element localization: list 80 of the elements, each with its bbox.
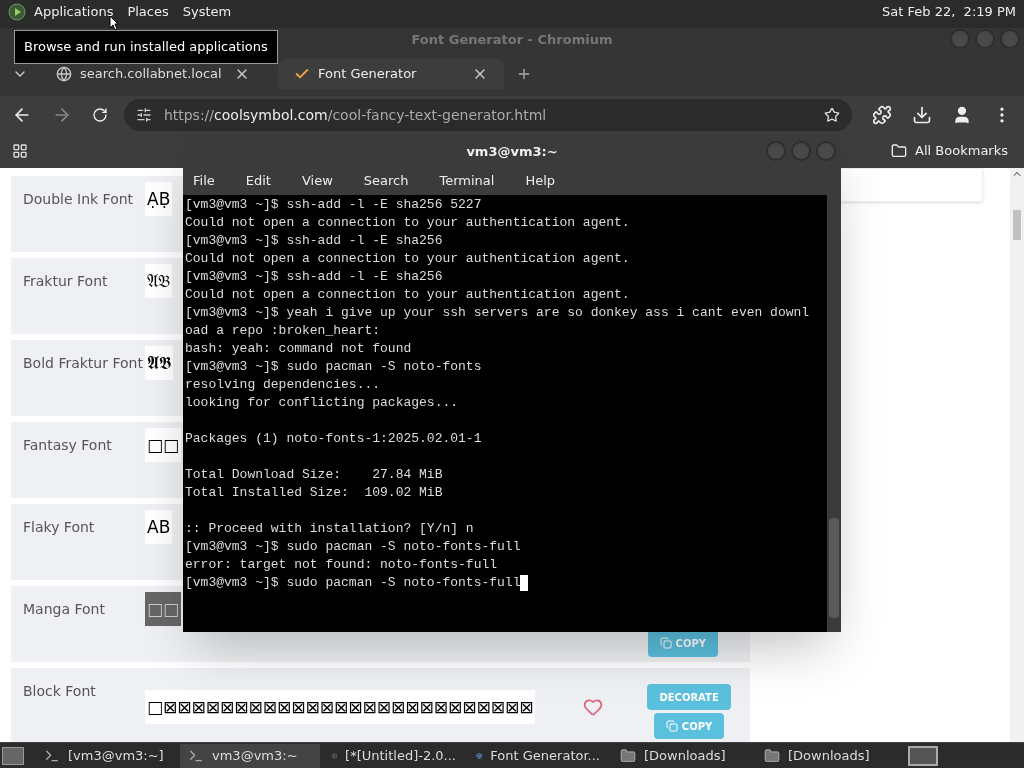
terminal-line: resolving dependencies...: [185, 376, 381, 394]
terminal-menu[interactable]: View: [294, 171, 340, 191]
panel-menu[interactable]: Applications: [34, 2, 114, 22]
terminal-line: :: Proceed with installation? [Y/n] n: [185, 520, 474, 538]
folder-icon: [620, 747, 636, 764]
terminal-title: vm3@vm3:~: [466, 143, 558, 162]
font-name: Block Font: [23, 682, 97, 701]
extensions-icon[interactable]: [872, 105, 893, 125]
terminal-line: [vm3@vm3 ~]$ sudo pacman -S noto-fonts-full: [185, 538, 521, 556]
panel-menu[interactable]: System: [182, 2, 232, 22]
terminal-line: [vm3@vm3 ~]$ ssh-add -l -E sha256 5227: [185, 196, 482, 214]
folder-icon: [764, 747, 780, 764]
new-tab-icon[interactable]: [516, 66, 532, 82]
text-cursor: [520, 574, 529, 591]
terminal-line: Could not open a connection to your authentication agent.: [185, 250, 630, 268]
copy-icon: [659, 637, 672, 649]
apps-icon[interactable]: [12, 143, 28, 159]
taskbar-item[interactable]: [Downloads]: [756, 743, 896, 768]
terminal-line: error: target not found: noto-fonts-full: [185, 556, 498, 574]
font-name: Flaky Font: [23, 518, 96, 537]
heart-icon[interactable]: [583, 696, 604, 717]
font-name: Double Ink Font: [23, 190, 135, 209]
terminal-line: [vm3@vm3 ~]$ sudo pacman -S noto-fonts-full: [185, 574, 529, 592]
font-name: Bold Fraktur Font: [23, 354, 144, 373]
all-bookmarks[interactable]: All Bookmarks: [891, 141, 1012, 161]
terminal-menu[interactable]: File: [186, 171, 222, 191]
bookmark-star-icon[interactable]: [824, 107, 841, 123]
browser-tab[interactable]: Font Generator: [278, 59, 504, 89]
address-bar[interactable]: https://coolsymbol.com/cool-fancy-text-generator.html: [123, 99, 853, 131]
taskbar-item[interactable]: [*[Untitled]-2.0...: [324, 743, 464, 768]
font-sample[interactable]: □⊠⊠⊠⊠⊠⊠⊠⊠⊠⊠⊠⊠⊠⊠⊠⊠⊠⊠⊠⊠⊠⊠⊠⊠⊠⊠: [145, 689, 536, 724]
scrollbar-thumb[interactable]: [1013, 210, 1021, 240]
download-icon[interactable]: [912, 105, 933, 125]
font-name: Fraktur Font: [23, 272, 109, 291]
terminal-menu[interactable]: Edit: [238, 171, 278, 191]
font-sample[interactable]: □□: [145, 428, 182, 462]
reload-icon[interactable]: [91, 107, 108, 123]
terminal-line: Could not open a connection to your authentication agent.: [185, 214, 630, 232]
terminal-line: [vm3@vm3 ~]$ sudo pacman -S noto-fonts: [185, 358, 482, 376]
workspace-icon[interactable]: [908, 745, 938, 766]
taskbar-item[interactable]: Font Generator...: [468, 743, 608, 768]
terminal-scrollbar[interactable]: [827, 195, 841, 632]
panel-menu[interactable]: Places: [127, 2, 169, 22]
taskbar-item[interactable]: vm3@vm3:~: [180, 743, 320, 768]
terminal-line: Total Download Size: 27.84 MiB: [185, 466, 443, 484]
page-scrollbar[interactable]: [1010, 168, 1024, 742]
terminal-line: [vm3@vm3 ~]$ ssh-add -l -E sha256: [185, 268, 443, 286]
font-name: Manga Font: [23, 600, 106, 619]
font-name: Fantasy Font: [23, 436, 113, 455]
url-scheme: https://: [163, 106, 215, 123]
font-sample[interactable]: □□: [145, 592, 182, 626]
terminal-line: [vm3@vm3 ~]$ ssh-add -l -E sha256: [185, 232, 443, 250]
terminal-line: Packages (1) noto-fonts-1:2025.02.01-1: [185, 430, 482, 448]
font-sample[interactable]: AB: [145, 510, 173, 544]
tooltip: Browse and run installed applications: [14, 30, 278, 64]
font-sample[interactable]: 𝕬𝕭: [145, 346, 173, 380]
terminal-line: [vm3@vm3 ~]$ yeah i give up your ssh servers are so donkey ass i cant even downl: [185, 304, 810, 322]
terminal-menu[interactable]: Search: [356, 171, 416, 191]
terminal-line: looking for conflicting packages...: [185, 394, 459, 412]
copy-icon: [665, 720, 678, 732]
terminal-line: Total Installed Size: 109.02 MiB: [185, 484, 443, 502]
taskbar-item[interactable]: [vm3@vm3:~]: [36, 743, 176, 768]
folder-icon: [891, 143, 908, 159]
terminal-menu[interactable]: Help: [518, 171, 563, 191]
scrollbar-thumb[interactable]: [829, 518, 839, 618]
clock: Sat Feb 22, 2:19 PM: [882, 3, 1016, 22]
app-menu-icon[interactable]: [8, 3, 26, 21]
font-sample[interactable]: 𝔄𝔅: [145, 264, 172, 298]
globe-icon: [56, 66, 72, 82]
terminal-menu[interactable]: Terminal: [432, 171, 502, 191]
window-title: Font Generator - Chromium: [411, 31, 613, 50]
terminal-line: oad a repo :broken_heart:: [185, 322, 381, 340]
show-desktop-icon[interactable]: [2, 746, 24, 765]
taskbar-item[interactable]: [Downloads]: [612, 743, 752, 768]
url-domain: coolsymbol.com: [214, 106, 328, 123]
terminal-line: bash: yeah: command not found: [185, 340, 412, 358]
site-settings-icon[interactable]: [135, 107, 152, 123]
terminal-line: Could not open a connection to your authentication agent.: [185, 286, 630, 304]
font-sample[interactable]: ẠḄ: [145, 182, 173, 216]
url-path: /cool-fancy-text-generator.html: [327, 106, 547, 123]
